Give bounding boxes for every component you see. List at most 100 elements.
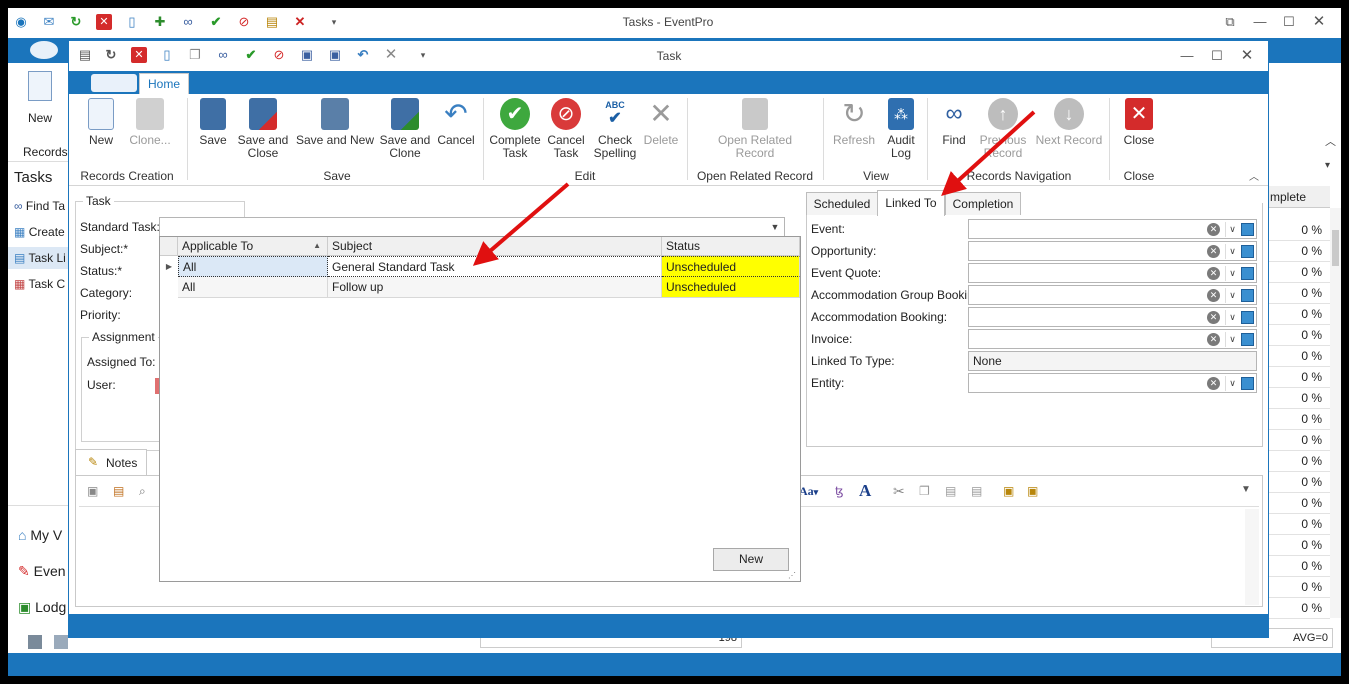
percent-complete-cell[interactable]: 0 % [1268,577,1330,598]
clone-icon[interactable]: ❐ [187,47,203,63]
delete-button[interactable]: ✕ Delete [641,98,681,147]
clipboard-icon[interactable]: ▤ [264,14,280,30]
lookup-icon[interactable] [1241,333,1254,346]
nav-task-calendar[interactable]: ▦ Task C [14,277,70,293]
linked-field-combo[interactable]: ✕ ∨ [968,241,1257,261]
clipboard-icon[interactable]: ▤ [77,47,93,63]
tab-linked-to[interactable]: Linked To [877,190,945,216]
linked-field-combo[interactable]: ✕ ∨ [968,373,1257,393]
column-status[interactable]: Status [662,237,800,256]
toolbar-icon[interactable] [54,635,68,649]
cancel-icon[interactable]: ⊘ [271,47,287,63]
linked-field-combo[interactable]: ✕ ∨ [968,285,1257,305]
cancel-button[interactable]: ↶ Cancel [435,98,477,147]
linked-field-combo[interactable]: ✕ ∨ [968,263,1257,283]
clone-button[interactable]: Clone... [127,98,173,147]
chevron-down-icon[interactable]: ▼ [1241,484,1251,495]
column-subject[interactable]: Subject [328,237,662,256]
maximize-button[interactable]: ☐ [1274,11,1304,33]
save-icon[interactable]: ▣ [87,484,98,498]
percent-complete-cell[interactable]: 0 % [1268,367,1330,388]
tab-home[interactable]: Home [139,73,189,94]
cancel-task-button[interactable]: ⊘ Cancel Task [545,98,587,160]
percent-complete-cell[interactable]: 0 % [1268,430,1330,451]
find-button[interactable]: ∞ Find [935,98,973,147]
customize-toolbar-icon[interactable]: ▾ [415,47,431,63]
lookup-icon[interactable] [1241,311,1254,324]
grid-column-header[interactable]: mplete [1268,186,1330,208]
font-size-button[interactable]: Aa▾ [799,484,818,499]
close-record-button[interactable]: ✕ Close [1119,98,1159,147]
close-record-icon[interactable]: ✕ [96,14,112,30]
previous-record-button[interactable]: ↑ Previous Record [977,98,1029,160]
chevron-down-icon[interactable]: ∨ [1225,332,1239,347]
find-replace-icon[interactable]: ⌕ [139,484,146,499]
maximize-button[interactable]: ☐ [1202,45,1232,67]
lookup-icon[interactable] [1241,377,1254,390]
undo-icon[interactable]: ↶ [355,47,371,63]
insert-field-icon[interactable]: ▣ [1003,484,1014,498]
nav-my-view[interactable]: ⌂ My V [18,527,70,543]
dropdown-new-button[interactable]: New [713,548,789,571]
percent-complete-cell[interactable]: 0 % [1268,325,1330,346]
app-menu-icon[interactable] [30,41,58,59]
paste-icon[interactable]: ▤ [945,484,956,498]
mail-icon[interactable]: ✉ [41,14,57,30]
refresh-button[interactable]: ↻ Refresh [831,98,877,147]
minimize-button[interactable]: — [1172,45,1202,67]
lookup-icon[interactable] [1241,289,1254,302]
chevron-down-icon[interactable]: ▾ [1325,160,1330,171]
new-button[interactable]: New [83,98,119,147]
percent-complete-cell[interactable]: 0 % [1268,493,1330,514]
format-icon[interactable]: ▤ [113,484,124,498]
next-record-button[interactable]: ↓ Next Record [1033,98,1105,147]
find-icon[interactable]: ∞ [215,47,231,63]
nav-create-task[interactable]: ▦ Create [14,225,70,241]
clear-icon[interactable]: ✕ [1207,245,1220,258]
percent-complete-cell[interactable]: 0 % [1268,220,1330,241]
linked-field-combo[interactable]: ✕ ∨ [968,307,1257,327]
notes-scrollbar[interactable] [1245,509,1259,605]
resize-grip-icon[interactable]: ⋰ [788,571,796,580]
clear-icon[interactable]: ✕ [1207,311,1220,324]
linked-field-combo[interactable]: ✕ ∨ [968,219,1257,239]
percent-complete-cell[interactable]: 0 % [1268,304,1330,325]
nav-events[interactable]: ✎ Even [18,563,70,580]
percent-complete-cell[interactable]: 0 % [1268,346,1330,367]
refresh-icon[interactable]: ↻ [103,47,119,63]
save-and-clone-button[interactable]: Save and Clone [379,98,431,160]
save-close-icon[interactable]: ▣ [327,47,343,63]
delete-icon[interactable]: ✕ [292,14,308,30]
spell-icon[interactable]: ꜩ [835,484,844,498]
percent-complete-cell[interactable]: 0 % [1268,283,1330,304]
outer-new-button[interactable]: New [28,111,52,125]
grid-scrollbar[interactable] [1330,208,1341,618]
chevron-down-icon[interactable]: ▼ [768,220,782,235]
percent-complete-cell[interactable]: 0 % [1268,241,1330,262]
tab-notes[interactable]: ✎ Notes [75,449,147,475]
status-cell[interactable]: Unscheduled [662,277,800,298]
save-icon[interactable]: ▣ [299,47,315,63]
linked-to-type-field[interactable]: None [968,351,1257,371]
close-button[interactable]: ✕ [1232,45,1262,67]
percent-complete-cell[interactable]: 0 % [1268,472,1330,493]
app-menu-icon[interactable] [91,74,137,92]
insert-text-icon[interactable]: ▣ [1027,484,1038,498]
paste-special-icon[interactable]: ▤ [971,484,982,498]
clear-icon[interactable]: ✕ [1207,377,1220,390]
chevron-down-icon[interactable]: ∨ [1225,310,1239,325]
clear-icon[interactable]: ✕ [1207,223,1220,236]
collapse-ribbon-icon[interactable]: ︿ [1249,168,1259,183]
percent-complete-cell[interactable]: 0 % [1268,451,1330,472]
complete-task-button[interactable]: ✔ Complete Task [489,98,541,160]
font-color-icon[interactable]: A [859,481,871,501]
chevron-down-icon[interactable]: ∨ [1225,222,1239,237]
clear-icon[interactable]: ✕ [1207,267,1220,280]
copy-icon[interactable]: ❐ [919,484,930,498]
percent-complete-cell[interactable]: 0 % [1268,514,1330,535]
chevron-down-icon[interactable]: ∨ [1225,376,1239,391]
close-button[interactable]: ✕ [1304,11,1334,33]
audit-log-button[interactable]: ⁂ Audit Log [883,98,919,160]
percent-complete-cell[interactable]: 0 % [1268,409,1330,430]
table-row-cell[interactable]: All [178,256,328,277]
